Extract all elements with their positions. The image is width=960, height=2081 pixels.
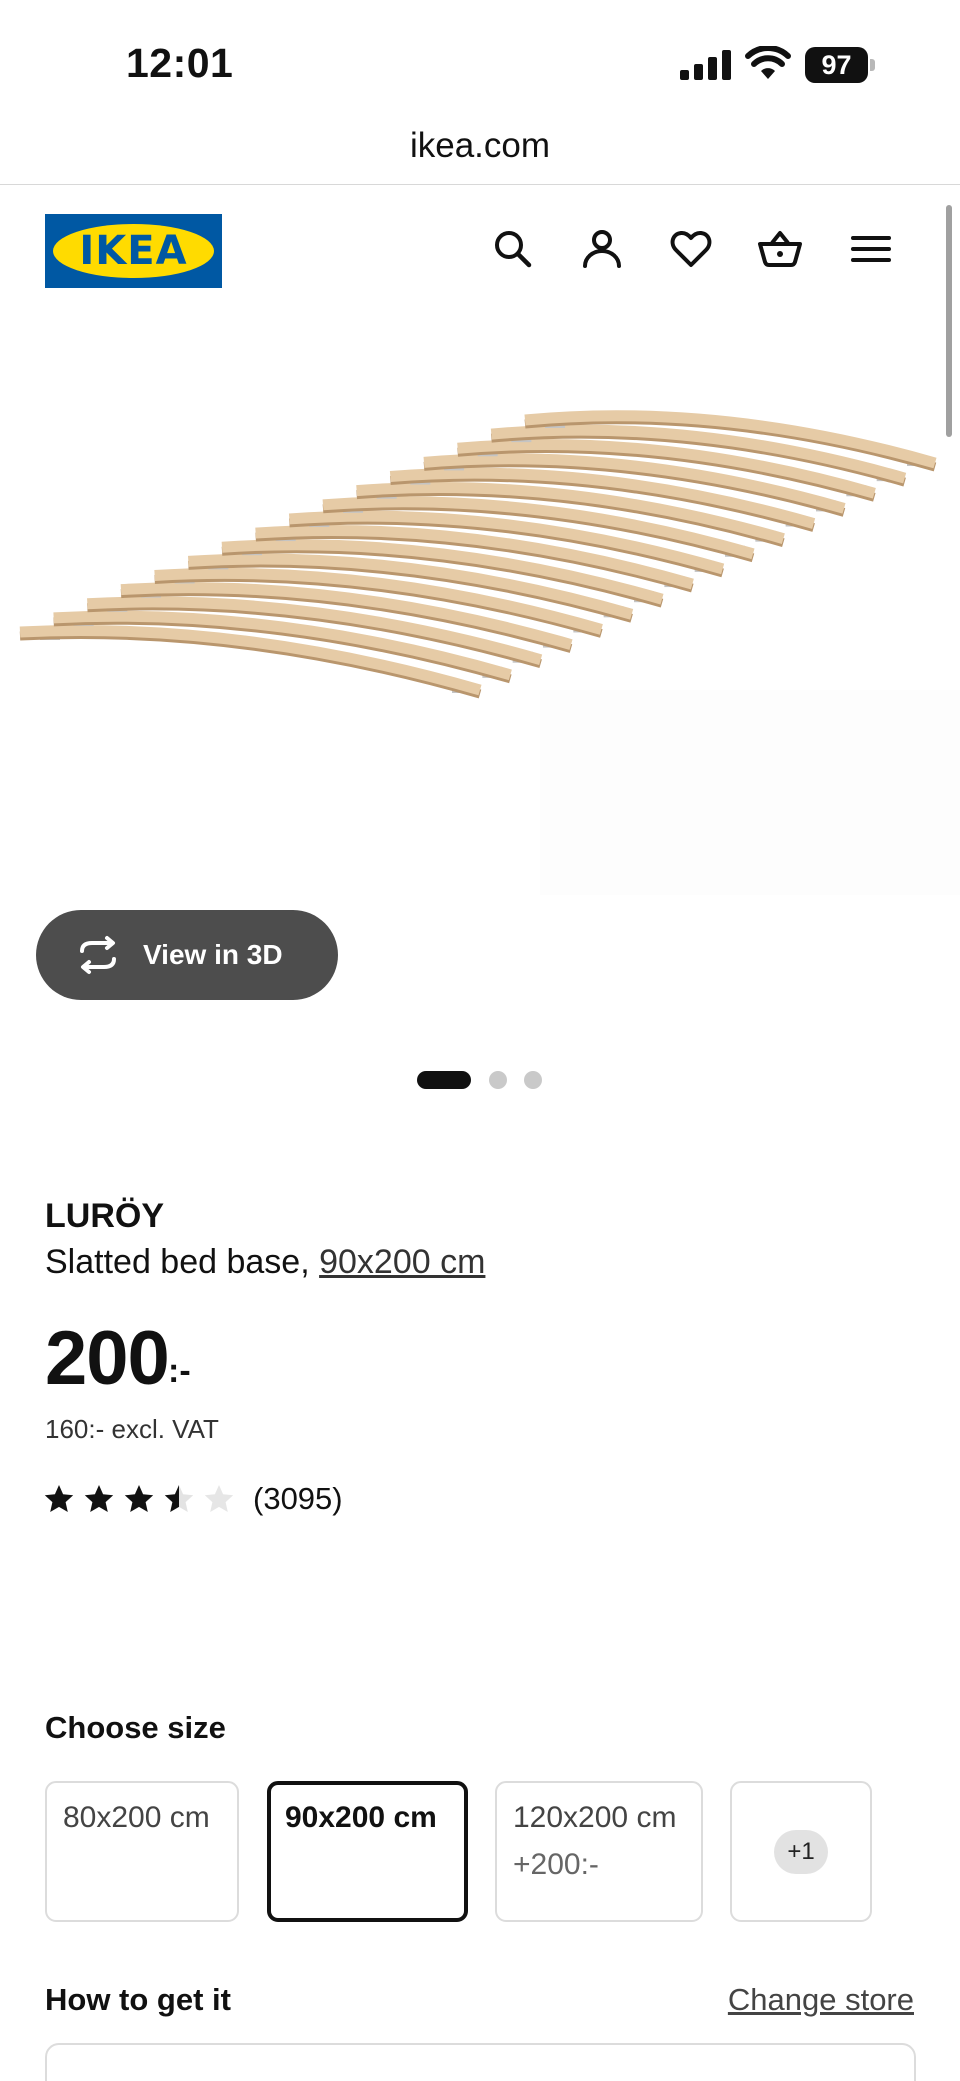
battery-level: 97 xyxy=(821,50,852,80)
wifi-icon xyxy=(745,46,791,79)
size-option-90x200[interactable]: 90x200 cm xyxy=(267,1781,468,1922)
search-icon[interactable] xyxy=(490,226,536,272)
view-in-3d-button[interactable]: View in 3D xyxy=(36,910,338,1000)
product-image[interactable] xyxy=(0,395,960,725)
url-text: ikea.com xyxy=(409,126,551,165)
size-option-label: 90x200 cm xyxy=(285,1801,437,1834)
carousel-dot[interactable] xyxy=(524,1071,542,1089)
product-type: Slatted bed base, xyxy=(45,1243,320,1281)
star-icon xyxy=(124,1485,154,1512)
star-empty-icon xyxy=(204,1485,234,1512)
status-time: 12:01 xyxy=(126,40,234,86)
choose-size-title: Choose size xyxy=(45,1710,226,1745)
menu-icon[interactable] xyxy=(848,226,894,272)
cellular-signal-icon xyxy=(680,50,731,80)
product-size-link[interactable]: 90x200 cm xyxy=(319,1243,485,1281)
product-description: Slatted bed base, 90x200 cm xyxy=(45,1243,485,1282)
size-option-label: 80x200 cm xyxy=(63,1801,210,1834)
review-count: (3095) xyxy=(253,1481,343,1516)
carousel-dot[interactable] xyxy=(489,1071,507,1089)
star-half-icon xyxy=(164,1485,194,1512)
carousel-dot-active[interactable] xyxy=(417,1071,471,1089)
price-excl-vat: 160:- excl. VAT xyxy=(45,1414,219,1444)
ikea-logo[interactable]: IKEA xyxy=(45,214,222,288)
more-sizes-badge: +1 xyxy=(774,1830,828,1874)
store-availability-card[interactable] xyxy=(45,2043,916,2081)
more-sizes-button[interactable]: +1 xyxy=(730,1781,872,1922)
logo-text: IKEA xyxy=(79,228,188,274)
view-in-3d-label: View in 3D xyxy=(143,939,283,970)
product-name: LURÖY xyxy=(45,1197,164,1235)
basket-icon[interactable] xyxy=(757,226,803,272)
star-icon xyxy=(84,1485,114,1512)
size-option-80x200[interactable]: 80x200 cm xyxy=(45,1781,239,1922)
battery-indicator: 97 xyxy=(805,47,875,83)
price-suffix: :- xyxy=(168,1352,191,1390)
heart-icon[interactable] xyxy=(668,226,714,272)
rotate-3d-icon xyxy=(80,936,116,974)
change-store-link[interactable]: Change store xyxy=(728,1982,914,2018)
size-option-label: 120x200 cm xyxy=(513,1801,677,1834)
size-option-120x200[interactable]: 120x200 cm +200:- xyxy=(495,1781,703,1922)
site-header: IKEA xyxy=(0,186,960,306)
status-bar: 12:01 97 xyxy=(0,0,960,110)
browser-url-bar[interactable]: ikea.com xyxy=(0,110,960,185)
star-icon xyxy=(44,1485,74,1512)
product-price: 200 xyxy=(45,1316,170,1401)
bed-slat xyxy=(19,624,482,696)
account-icon[interactable] xyxy=(579,226,625,272)
size-option-price-delta: +200:- xyxy=(513,1848,599,1881)
how-to-get-it-title: How to get it xyxy=(45,1982,231,2017)
